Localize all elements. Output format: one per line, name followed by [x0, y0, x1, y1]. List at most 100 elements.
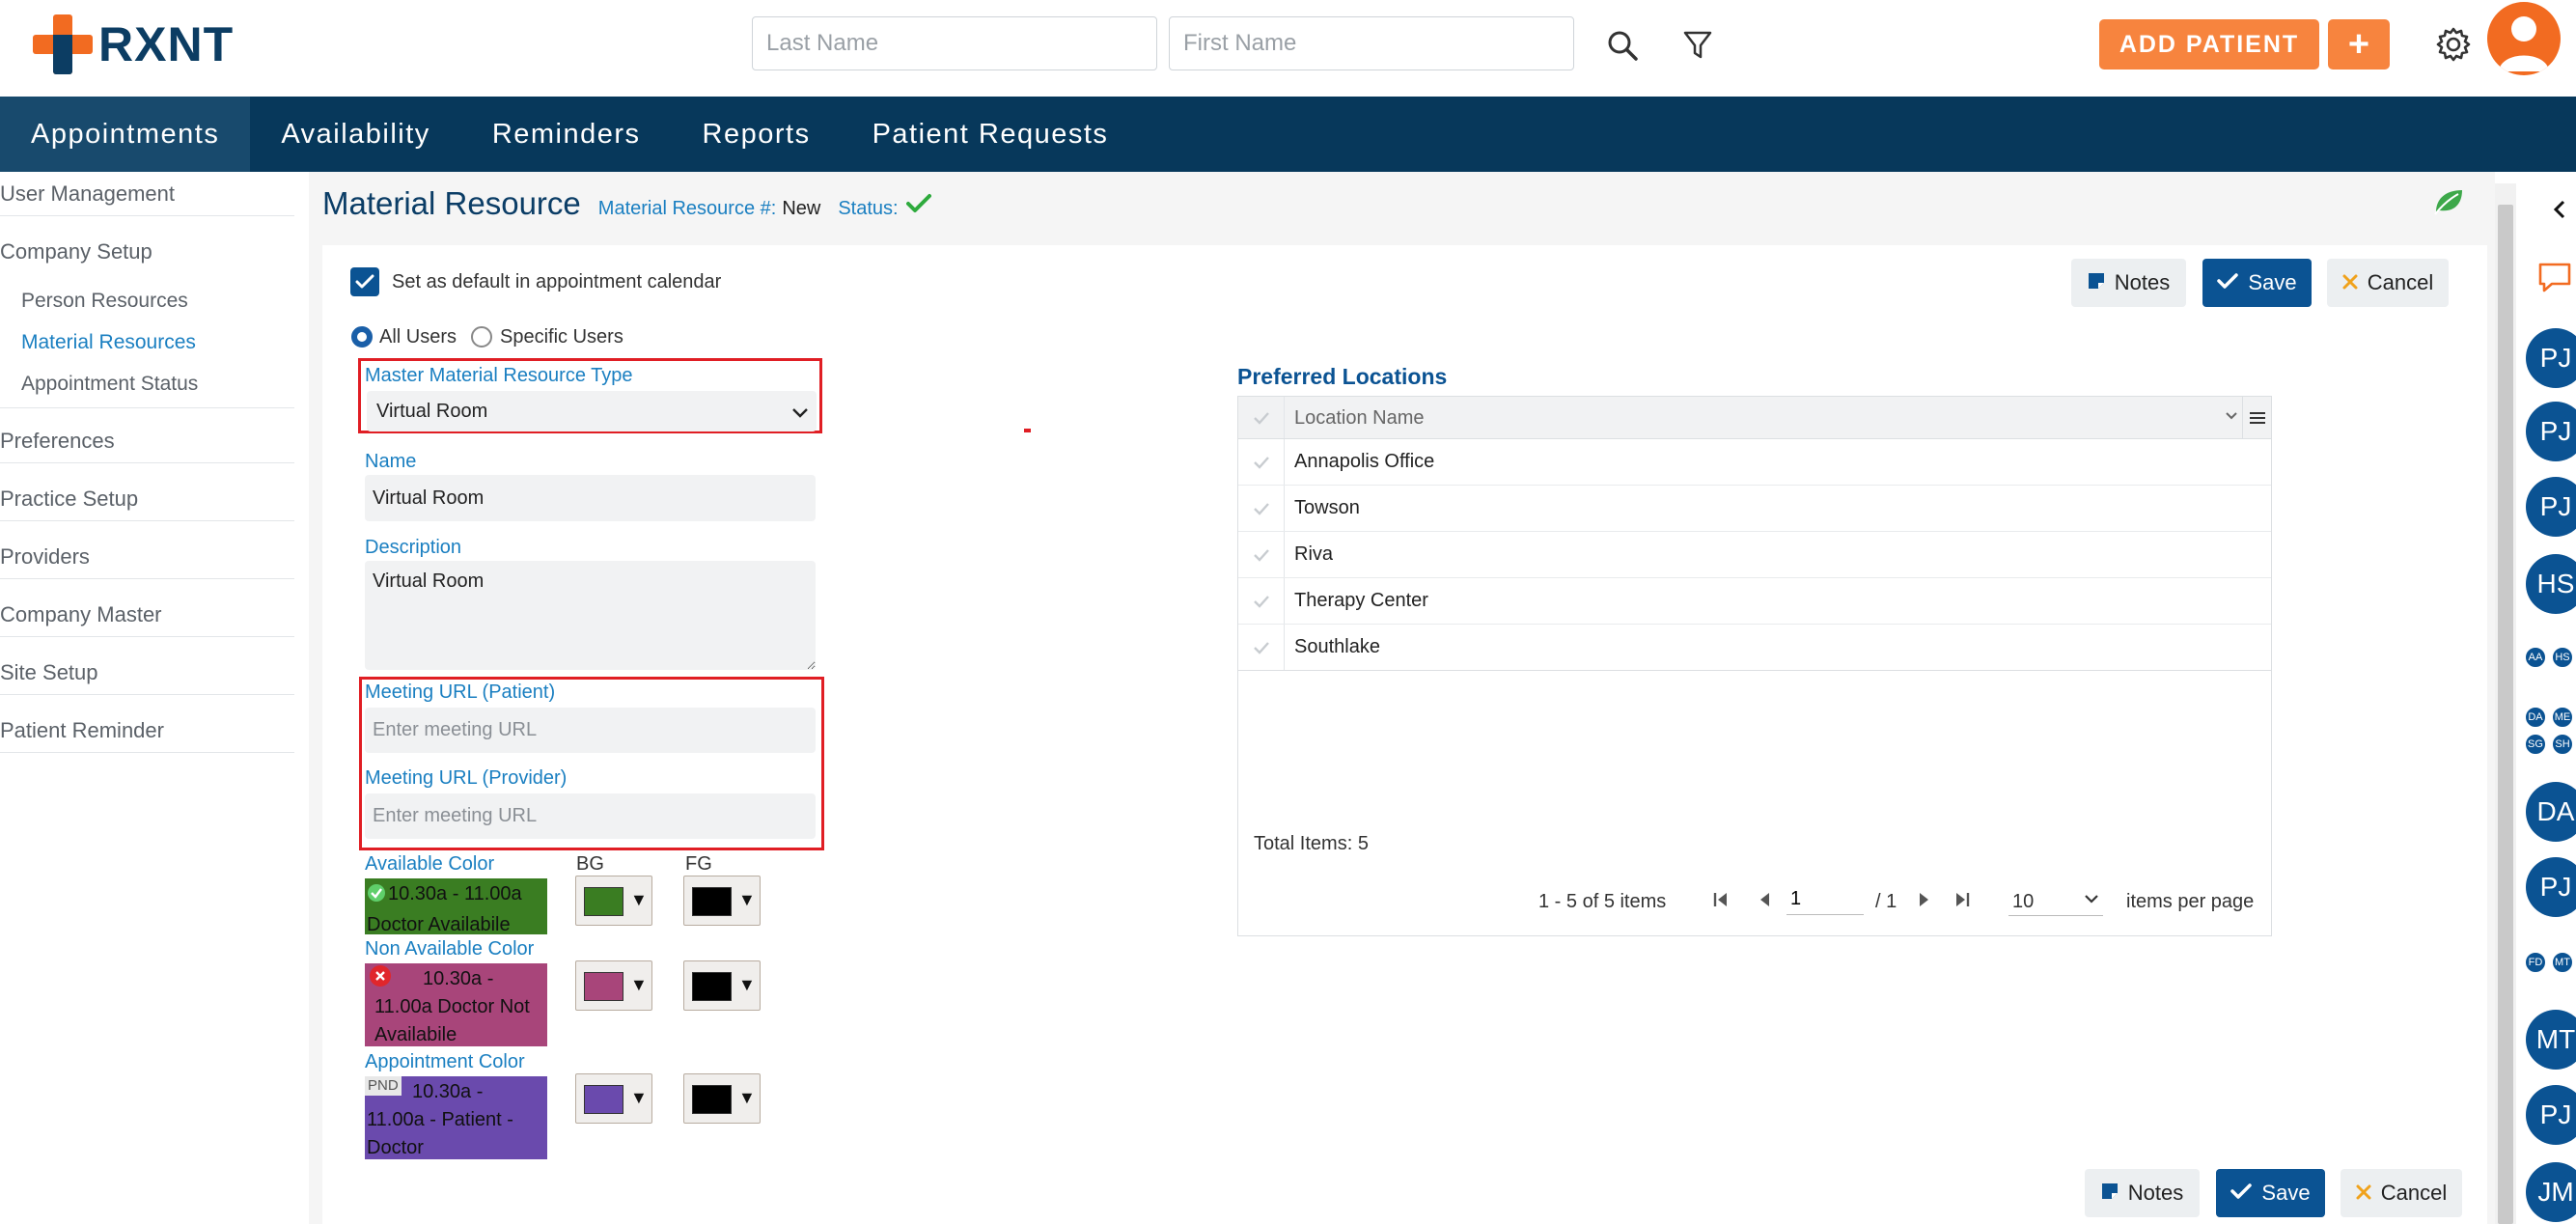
prev-page-icon[interactable] — [1756, 890, 1773, 914]
nav-appointments[interactable]: Appointments — [0, 97, 251, 172]
column-menu-icon[interactable] — [2242, 397, 2271, 439]
rail-avatar[interactable]: SH — [2552, 734, 2573, 755]
search-icon[interactable] — [1602, 25, 1643, 66]
non-available-sample-text: 10.30a - 11.00a Doctor Not Availabile — [374, 968, 530, 1045]
appointment-bg-picker[interactable]: ▼ — [575, 1073, 652, 1124]
cancel-button-bottom[interactable]: Cancel — [2341, 1169, 2462, 1217]
scrollbar-thumb[interactable] — [2498, 205, 2513, 1224]
sidebar-item-practice-setup[interactable]: Practice Setup — [0, 477, 294, 521]
row-check-icon[interactable] — [1238, 439, 1285, 485]
logo-text: RXNT — [98, 17, 235, 71]
non-available-fg-picker[interactable]: ▼ — [683, 960, 761, 1011]
save-button-top[interactable]: Save — [2202, 259, 2312, 307]
non-available-bg-picker[interactable]: ▼ — [575, 960, 652, 1011]
bg-label: BG — [576, 853, 604, 875]
filter-icon[interactable] — [1677, 25, 1718, 66]
notes-button-top[interactable]: Notes — [2071, 259, 2186, 307]
select-all-check-icon[interactable] — [1238, 397, 1285, 438]
sidebar-item-patient-reminder[interactable]: Patient Reminder — [0, 709, 294, 753]
nav-reports[interactable]: Reports — [672, 97, 842, 172]
description-label: Description — [365, 537, 462, 558]
rail-avatar[interactable]: AA — [2525, 647, 2546, 668]
note-icon — [2101, 1181, 2119, 1206]
rail-avatar[interactable]: FD — [2525, 952, 2546, 973]
row-check-icon[interactable] — [1238, 486, 1285, 531]
table-row[interactable]: Southlake — [1238, 625, 2271, 671]
nav-reminders[interactable]: Reminders — [461, 97, 672, 172]
appointment-color-label: Appointment Color — [365, 1051, 525, 1072]
location-name-cell: Towson — [1294, 497, 1360, 518]
column-header-location-name[interactable]: Location Name — [1294, 397, 1425, 439]
master-type-label: Master Material Resource Type — [365, 365, 633, 386]
collapse-chevron-icon[interactable] — [2552, 199, 2567, 225]
cancel-button-top[interactable]: Cancel — [2327, 259, 2449, 307]
first-name-input[interactable] — [1169, 16, 1574, 70]
table-row[interactable]: Riva — [1238, 532, 2271, 578]
rail-avatar[interactable]: MT — [2552, 952, 2573, 973]
row-check-icon[interactable] — [1238, 625, 1285, 670]
available-fg-picker[interactable]: ▼ — [683, 876, 761, 926]
rail-avatar[interactable]: ME — [2552, 707, 2573, 728]
first-page-icon[interactable] — [1711, 890, 1731, 914]
page-number-input[interactable] — [1787, 884, 1864, 915]
name-input[interactable] — [365, 475, 816, 521]
page-size-select[interactable]: 10 — [2008, 883, 2103, 916]
column-sort-chevron-icon[interactable] — [2225, 408, 2238, 426]
sidebar-item-site-setup[interactable]: Site Setup — [0, 651, 294, 695]
top-bar: RXNT ADD PATIENT + — [0, 0, 2576, 97]
check-icon — [2230, 1181, 2253, 1206]
next-page-icon[interactable] — [1916, 890, 1933, 914]
available-check-icon — [367, 883, 386, 911]
sidebar-item-preferences[interactable]: Preferences — [0, 419, 294, 463]
save-button-bottom[interactable]: Save — [2216, 1169, 2325, 1217]
master-type-value: Virtual Room — [376, 400, 488, 422]
items-per-page-text: items per page — [2126, 891, 2255, 912]
meeting-url-patient-input[interactable] — [365, 708, 816, 753]
rail-avatar[interactable]: SG — [2525, 734, 2546, 755]
available-color-sample: 10.30a - 11.00a Doctor Availabile — [365, 878, 547, 935]
all-users-radio[interactable] — [351, 326, 373, 348]
cancel-label: Cancel — [2367, 270, 2434, 294]
last-page-icon[interactable] — [1953, 890, 1972, 914]
quick-add-button[interactable]: + — [2328, 19, 2390, 70]
rail-avatar[interactable]: DA — [2525, 707, 2546, 728]
pager-range-text: 1 - 5 of 5 items — [1538, 891, 1667, 912]
last-name-input[interactable] — [752, 16, 1157, 70]
row-check-icon[interactable] — [1238, 578, 1285, 624]
sidebar-item-company-master[interactable]: Company Master — [0, 593, 294, 637]
sidebar-item-person-resources[interactable]: Person Resources — [21, 290, 188, 313]
notes-button-bottom[interactable]: Notes — [2085, 1169, 2200, 1217]
appointment-fg-picker[interactable]: ▼ — [683, 1073, 761, 1124]
master-type-select[interactable]: Virtual Room — [367, 391, 817, 431]
table-row[interactable]: Therapy Center — [1238, 578, 2271, 625]
table-row[interactable]: Towson — [1238, 486, 2271, 532]
add-patient-button[interactable]: ADD PATIENT — [2099, 19, 2319, 70]
resource-number-value: New — [782, 198, 821, 219]
specific-users-radio[interactable] — [471, 326, 492, 348]
table-row[interactable]: Annapolis Office — [1238, 439, 2271, 486]
page-header: Material Resource Material Resource #: N… — [322, 185, 931, 222]
sidebar-item-appointment-status[interactable]: Appointment Status — [21, 373, 198, 396]
settings-sidebar: User Management Company Setup Person Res… — [0, 172, 309, 1224]
chevron-down-icon — [791, 403, 809, 425]
leaf-icon — [2432, 187, 2465, 221]
pnd-badge: PND — [365, 1076, 402, 1096]
meeting-url-provider-input[interactable] — [365, 793, 816, 839]
all-users-label: All Users — [379, 326, 457, 348]
gear-icon[interactable] — [2432, 23, 2475, 66]
nav-availability[interactable]: Availability — [250, 97, 460, 172]
sidebar-item-company-setup[interactable]: Company Setup — [0, 230, 294, 274]
chat-icon[interactable] — [2536, 261, 2573, 300]
rxnt-logo[interactable]: RXNT — [33, 14, 235, 74]
description-textarea[interactable]: Virtual Room — [365, 561, 816, 670]
sidebar-item-user-management[interactable]: User Management — [0, 172, 294, 216]
notes-label: Notes — [2127, 1181, 2184, 1205]
user-avatar-icon[interactable] — [2487, 2, 2561, 75]
sidebar-item-material-resources[interactable]: Material Resources — [21, 331, 196, 354]
nav-patient-requests[interactable]: Patient Requests — [842, 97, 1140, 172]
sidebar-item-providers[interactable]: Providers — [0, 535, 294, 579]
rail-avatar[interactable]: HS — [2552, 647, 2573, 668]
row-check-icon[interactable] — [1238, 532, 1285, 577]
default-calendar-checkbox[interactable] — [350, 267, 379, 296]
available-bg-picker[interactable]: ▼ — [575, 876, 652, 926]
